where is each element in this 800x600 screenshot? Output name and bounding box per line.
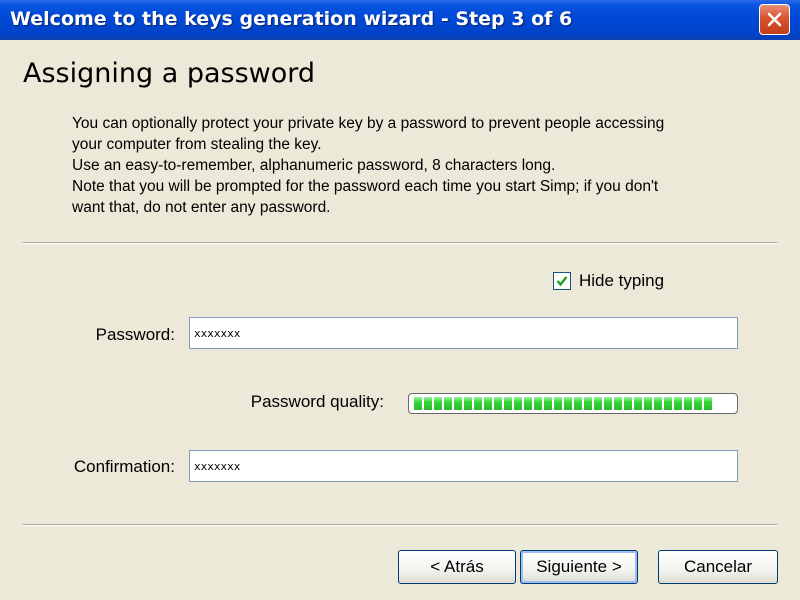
quality-segment (684, 397, 692, 410)
quality-segment (434, 397, 442, 410)
quality-segment (564, 397, 572, 410)
hide-typing-label[interactable]: Hide typing (579, 271, 664, 291)
quality-segment (414, 397, 422, 410)
hide-typing-checkbox[interactable] (553, 272, 571, 290)
quality-segment (464, 397, 472, 410)
quality-segment (604, 397, 612, 410)
description-line: Note that you will be prompted for the p… (72, 178, 659, 195)
quality-segment (494, 397, 502, 410)
password-field[interactable] (189, 317, 738, 349)
password-quality-fill (414, 397, 737, 410)
quality-segment (504, 397, 512, 410)
quality-segment (584, 397, 592, 410)
password-quality-label: Password quality: (250, 392, 384, 411)
close-icon (767, 12, 782, 27)
quality-segment (674, 397, 682, 410)
quality-segment (454, 397, 462, 410)
quality-segment (524, 397, 532, 410)
quality-segment (654, 397, 662, 410)
quality-segment (514, 397, 522, 410)
description-line: want that, do not enter any password. (72, 199, 331, 216)
back-button[interactable]: < Atrás (398, 550, 516, 584)
quality-segment (664, 397, 672, 410)
quality-segment (634, 397, 642, 410)
page-heading: Assigning a password (23, 58, 316, 89)
password-quality-meter (408, 393, 738, 414)
quality-segment (444, 397, 452, 410)
quality-segment (694, 397, 702, 410)
description-line: You can optionally protect your private … (72, 115, 665, 132)
quality-segment (704, 397, 712, 410)
top-divider (23, 242, 777, 244)
quality-segment (574, 397, 582, 410)
quality-segment (424, 397, 432, 410)
description-text: You can optionally protect your private … (72, 113, 762, 218)
next-button[interactable]: Siguiente > (520, 550, 638, 584)
close-button[interactable] (759, 4, 790, 35)
confirmation-field[interactable] (189, 450, 738, 482)
wizard-window: Welcome to the keys generation wizard - … (0, 0, 800, 600)
quality-segment (534, 397, 542, 410)
quality-segment (614, 397, 622, 410)
quality-segment (474, 397, 482, 410)
window-title: Welcome to the keys generation wizard - … (10, 8, 573, 30)
quality-segment (484, 397, 492, 410)
quality-segment (644, 397, 652, 410)
quality-segment (554, 397, 562, 410)
quality-segment (624, 397, 632, 410)
password-label: Password: (95, 325, 175, 344)
checkmark-icon (556, 276, 568, 287)
cancel-button[interactable]: Cancelar (658, 550, 778, 584)
quality-segment (594, 397, 602, 410)
title-bar[interactable]: Welcome to the keys generation wizard - … (0, 0, 800, 40)
description-line: Use an easy-to-remember, alphanumeric pa… (72, 157, 556, 174)
description-line: your computer from stealing the key. (72, 136, 322, 153)
bottom-divider (23, 524, 777, 526)
quality-segment (544, 397, 552, 410)
confirmation-label: Confirmation: (73, 457, 175, 476)
